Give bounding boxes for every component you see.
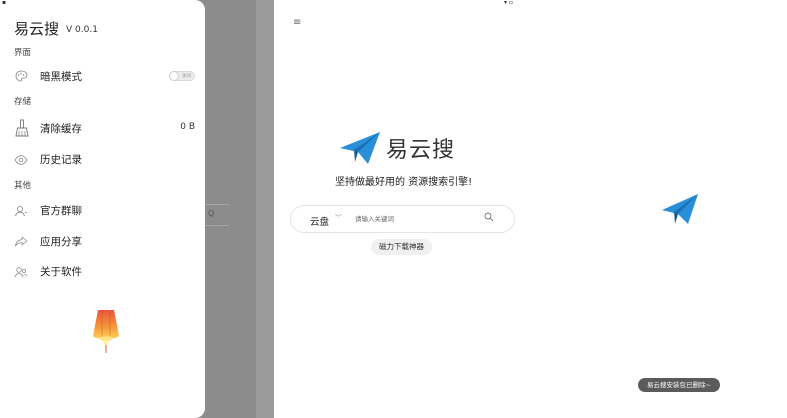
search-scope-select[interactable]: 云盘 [310, 214, 329, 228]
eye-icon [14, 155, 28, 165]
status-bar: ▾ ▫ [274, 0, 524, 8]
section-other: 其他 [14, 181, 32, 191]
toggle-knob [169, 71, 179, 81]
third-screen: 易云搜安装包已删除~ [524, 0, 787, 418]
menu-item-history[interactable]: 历史记录 [0, 147, 205, 171]
section-interface: 界面 [14, 48, 32, 58]
logo-text: 易云搜 [386, 138, 456, 163]
background-search-icon: Q [208, 209, 215, 218]
status-bar: ▪ [0, 0, 205, 8]
drawer-version: V 0.0.1 [66, 25, 98, 35]
menu-icon[interactable]: ≡ [293, 17, 301, 28]
drawer-screen: Q ▪ 易云搜 V 0.0.1 界面 暗黑模式 关闭 存储 清除缓存 0 B 历… [0, 0, 262, 418]
slogan: 坚持做最好用的 资源搜索引擎! [335, 177, 473, 188]
menu-item-about[interactable]: 关于软件 [0, 259, 205, 283]
screen-divider [256, 0, 274, 418]
paper-plane-logo-icon [340, 132, 380, 164]
search-bar: 云盘 ﹀ [290, 205, 515, 233]
menu-label-share-app: 应用分享 [40, 236, 82, 248]
status-notification-icon: ▪ [2, 0, 7, 6]
menu-label-dark-mode: 暗黑模式 [40, 71, 82, 83]
menu-label-about: 关于软件 [40, 266, 82, 278]
menu-item-clear-cache[interactable]: 清除缓存 0 B [0, 116, 205, 140]
section-storage: 存储 [14, 97, 32, 107]
home-screen: ▾ ▫ ≡ 易云搜 坚持做最好用的 资源搜索引擎! 云盘 ﹀ 磁力下载神器 [274, 0, 524, 418]
toggle-state-text: 关闭 [182, 74, 191, 79]
user-icon [15, 206, 27, 217]
sky-lantern-icon [93, 310, 119, 353]
cache-size: 0 B [180, 122, 195, 132]
share-icon [15, 236, 28, 247]
wifi-icon: ▾ ▫ [504, 0, 513, 6]
search-input[interactable] [355, 213, 475, 225]
navigation-drawer: ▪ 易云搜 V 0.0.1 界面 暗黑模式 关闭 存储 清除缓存 0 B 历史记… [0, 0, 205, 418]
menu-item-share-app[interactable]: 应用分享 [0, 229, 205, 253]
broom-icon [15, 119, 29, 137]
menu-label-clear-cache: 清除缓存 [40, 123, 82, 135]
drawer-app-name: 易云搜 [14, 20, 60, 38]
palette-icon [15, 70, 28, 82]
menu-label-history: 历史记录 [40, 154, 82, 166]
menu-label-official-group: 官方群聊 [40, 205, 82, 217]
menu-item-dark-mode[interactable]: 暗黑模式 关闭 [0, 64, 205, 88]
menu-item-official-group[interactable]: 官方群聊 [0, 198, 205, 222]
users-icon [14, 267, 28, 278]
search-icon[interactable] [484, 212, 494, 222]
magnet-download-tag[interactable]: 磁力下载神器 [371, 239, 432, 255]
toast-message: 易云搜安装包已删除~ [638, 378, 720, 392]
dark-mode-toggle[interactable]: 关闭 [169, 71, 195, 81]
paper-plane-icon [662, 194, 698, 224]
chevron-down-icon[interactable]: ﹀ [335, 213, 342, 223]
